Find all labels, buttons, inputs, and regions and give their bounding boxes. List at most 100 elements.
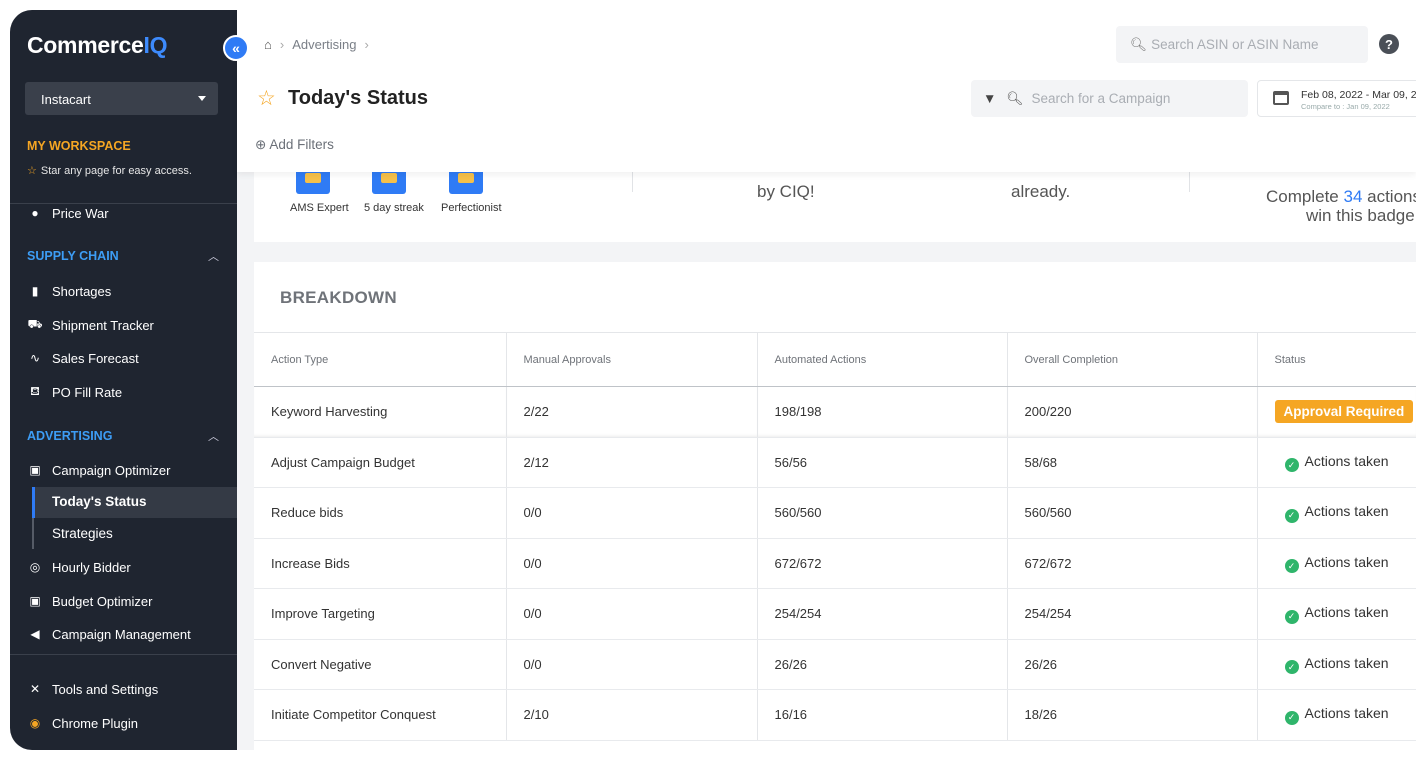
status-label: ✓ Actions taken [1275,654,1389,674]
cell-status: ✓ Actions taken [1257,689,1416,741]
workspace-title: MY WORKSPACE [27,139,131,153]
sidebar-item-label: Sales Forecast [52,350,139,366]
clock-icon: ◎ [29,560,41,574]
app-window: CommerceIQ Instacart MY WORKSPACE ☆ Star … [10,10,1416,750]
cell-overall: 18/26 [1007,689,1258,741]
sidebar-item-label: Price War [52,205,109,221]
compare-range: Compare to : Jan 09, 2022 [1301,102,1390,111]
breadcrumb-advertising[interactable]: Advertising [292,37,356,52]
chevron-up-icon[interactable]: ︿ [208,248,219,264]
sidebar-item-tools-settings[interactable]: ✕ Tools and Settings [27,678,158,700]
filter-icon[interactable]: ▼ [983,91,996,106]
favorite-star-icon[interactable]: ☆ [257,86,276,111]
section-supply-chain[interactable]: SUPPLY CHAIN [27,249,119,263]
date-range-picker[interactable]: Feb 08, 2022 - Mar 09, 2022 Compare to :… [1257,80,1416,117]
table-row[interactable]: Reduce bids 0/0 560/560 560/560 ✓ Actions… [254,487,1416,539]
cell-automated: 560/560 [757,487,1008,539]
sidebar-item-sales-forecast[interactable]: ∿ Sales Forecast [27,347,139,369]
column-header[interactable]: Manual Approvals [506,332,758,387]
sidebar-item-price-war[interactable]: ● Price War [27,202,109,224]
chevron-up-icon[interactable]: ︿ [208,428,219,444]
monitor-icon: ▣ [29,463,41,477]
section-advertising[interactable]: ADVERTISING [27,429,112,443]
home-icon[interactable]: ⌂ [264,37,272,52]
cell-status: ✓ Actions taken [1257,437,1416,488]
cell-manual: 0/0 [506,588,758,640]
breakdown-title: BREAKDOWN [280,288,397,307]
cell-overall: 672/672 [1007,538,1258,589]
table-row[interactable]: Adjust Campaign Budget 2/12 56/56 58/68 … [254,437,1416,488]
column-header[interactable]: Overall Completion [1007,332,1258,387]
plus-circle-icon: ⊕ [255,137,267,152]
cell-manual: 2/22 [506,386,758,438]
sidebar-item-campaign-optimizer[interactable]: ▣ Campaign Optimizer [27,459,171,481]
table-row[interactable]: Improve Targeting 0/0 254/254 254/254 ✓ A… [254,588,1416,640]
sidebar-subitem-strategies[interactable]: Strategies [52,526,113,541]
sidebar-item-label: Shortages [52,283,112,299]
sidebar-item-hourly-bidder[interactable]: ◎ Hourly Bidder [27,556,131,578]
status-text: Actions taken [1304,452,1389,469]
table-row[interactable]: Convert Negative 0/0 26/26 26/26 ✓ Action… [254,639,1416,690]
cell-manual: 0/0 [506,538,758,589]
sidebar-item-shortages[interactable]: ▮ Shortages [27,280,112,302]
sidebar-subitem-todays-status[interactable]: Today's Status [52,494,146,509]
help-icon[interactable]: ? [1379,34,1399,54]
status-text: Actions taken [1304,654,1389,671]
approval-required-badge[interactable]: Approval Required [1274,400,1414,424]
sidebar-item-campaign-management[interactable]: ◀ Campaign Management [27,623,190,645]
badge-message: by CIQ! [757,182,815,201]
calendar-icon [1273,91,1289,105]
cell-action: Keyword Harvesting [254,386,507,438]
cell-action: Convert Negative [254,639,507,690]
asin-search-input[interactable]: 🔍︎ Search ASIN or ASIN Name [1116,26,1368,63]
cell-overall: 200/220 [1007,386,1258,438]
check-circle-icon: ✓ [1284,660,1299,674]
sidebar-item-label: Chrome Plugin [52,715,138,731]
column-header[interactable]: Status [1257,332,1416,387]
search-icon: 🔍︎ [1130,37,1148,52]
sidebar-item-label: PO Fill Rate [52,384,123,400]
cell-manual: 2/10 [506,689,758,741]
chrome-icon: ◉ [29,716,41,730]
price-war-icon: ● [31,206,39,220]
cell-action: Adjust Campaign Budget [254,437,507,488]
cell-automated: 672/672 [757,538,1008,589]
collapse-sidebar-button[interactable]: « [223,35,249,61]
table-row[interactable]: Initiate Competitor Conquest 2/10 16/16 … [254,689,1416,741]
sidebar-item-shipment-tracker[interactable]: ⛟ Shipment Tracker [27,314,154,336]
badge-message-pre: Complete [1266,187,1344,206]
cell-action: Increase Bids [254,538,507,589]
breadcrumb-separator-icon: › [364,37,369,52]
sidebar-item-chrome-plugin[interactable]: ◉ Chrome Plugin [27,712,138,734]
badge-message-post: actions [1362,187,1416,206]
table-row[interactable]: Keyword Harvesting 2/22 198/198 200/220 … [254,386,1416,438]
cell-automated: 16/16 [757,689,1008,741]
breakdown-table: Action Type Manual Approvals Automated A… [254,332,1416,741]
wave-icon: ∿ [29,351,41,365]
logo[interactable]: CommerceIQ [27,32,167,59]
page-title: Today's Status [288,87,428,109]
sidebar-item-po-fill-rate[interactable]: ⛾ PO Fill Rate [27,381,122,403]
add-filters-button[interactable]: ⊕ Add Filters [255,137,334,153]
status-text: Actions taken [1304,553,1389,570]
cell-automated: 198/198 [757,386,1008,438]
sidebar-item-budget-optimizer[interactable]: ▣ Budget Optimizer [27,590,152,612]
cell-status: ✓ Actions taken [1257,639,1416,690]
status-label: ✓ Actions taken [1275,553,1389,573]
campaign-search-input[interactable]: ▼ 🔍︎ Search for a Campaign [971,80,1248,117]
cell-automated: 26/26 [757,639,1008,690]
badge-message: Complete 34 actions [1266,187,1416,207]
account-select[interactable]: Instacart [25,82,218,115]
check-circle-icon: ✓ [1284,609,1299,624]
check-circle-icon: ✓ [1284,710,1299,725]
star-icon: ☆ [27,165,37,177]
cell-overall: 26/26 [1007,639,1258,690]
sidebar-item-label: Shipment Tracker [52,317,154,333]
cell-status: Approval Required [1257,386,1416,438]
column-header[interactable]: Automated Actions [757,332,1008,387]
cell-manual: 0/0 [506,487,758,539]
sidebar-item-label: Campaign Optimizer [52,462,171,478]
cell-status: ✓ Actions taken [1257,588,1416,640]
table-row[interactable]: Increase Bids 0/0 672/672 672/672 ✓ Actio… [254,538,1416,589]
column-header[interactable]: Action Type [254,332,507,387]
